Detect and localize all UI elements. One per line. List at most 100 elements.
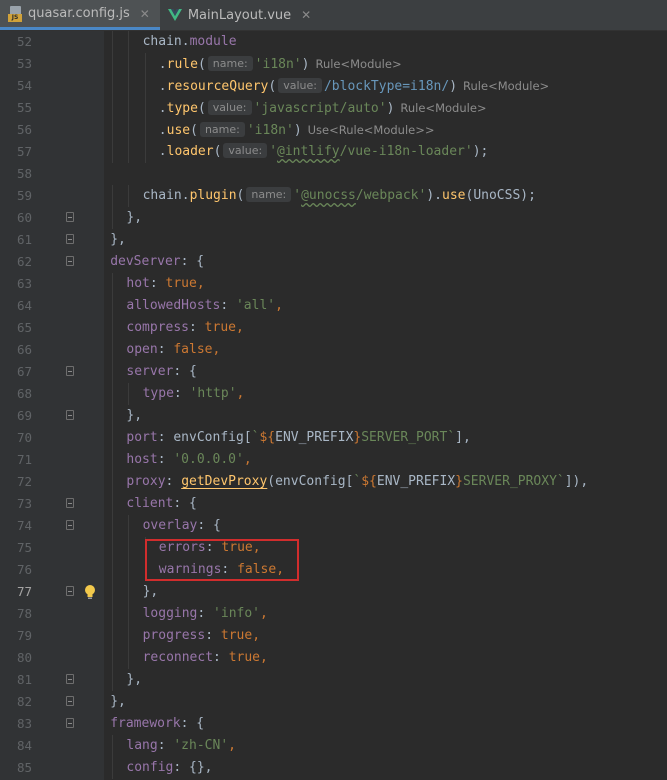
fold-marker-icon[interactable] [66,498,74,508]
code-text[interactable]: host: '0.0.0.0', [126,449,251,471]
code-line[interactable]: 64 allowedHosts: 'all', [0,295,667,317]
fold-marker-icon[interactable] [66,212,74,222]
fold-marker-icon[interactable] [66,366,74,376]
code-token: }, [110,694,126,709]
code-text[interactable]: proxy: getDevProxy(envConfig[`${ENV_PREF… [126,471,588,493]
tab-main-layout[interactable]: MainLayout.vue ✕ [160,0,321,30]
code-line[interactable]: 68 type: 'http', [0,383,667,405]
fold-marker-icon[interactable] [66,718,74,728]
code-line[interactable]: 57 .loader(value: '@intlify/vue-i18n-loade… [0,141,667,163]
code-text[interactable]: server: { [126,361,196,383]
code-token: SERVER_PORT` [361,430,456,445]
code-line[interactable]: 60}, [0,207,667,229]
code-text[interactable]: compress: true, [126,317,243,339]
lightbulb-icon[interactable] [84,584,96,600]
code-line[interactable]: 82}, [0,691,667,713]
code-line[interactable]: 55 .type(value:'javascript/auto') Rule<Mod… [0,97,667,119]
fold-marker-icon[interactable] [66,586,74,596]
code-text[interactable]: config: {}, [126,757,212,779]
code-line[interactable]: 73 client: { [0,493,667,515]
code-line[interactable]: 63 hot: true, [0,273,667,295]
vue-file-icon [167,9,182,21]
line-number: 61 [16,232,32,247]
code-text[interactable]: chain.module [143,31,237,53]
code-line[interactable]: 81}, [0,669,667,691]
code-line[interactable]: 52 chain.module [0,31,667,53]
code-text[interactable]: open: false, [126,339,220,361]
fold-marker-icon[interactable] [66,674,74,684]
code-token: , [243,452,252,467]
code-text[interactable]: overlay: { [143,515,221,537]
code-text[interactable]: .rule(name:'i18n') Rule<Module> [159,53,402,76]
code-line[interactable]: 75 errors: true, [0,537,667,559]
code-text[interactable]: type: 'http', [143,383,245,405]
code-line[interactable]: 65 compress: true, [0,317,667,339]
code-text[interactable]: .loader(value: '@intlify/vue-i18n-loader'… [159,141,488,163]
code-token: resourceQuery [166,79,269,94]
code-editor[interactable]: 52 chain.module 53 .rule(name:'i18n') Rule<M… [0,31,667,779]
code-text[interactable]: lang: 'zh-CN', [126,735,236,757]
code-line[interactable]: 72 proxy: getDevProxy(envConfig[`${ENV_PR… [0,471,667,493]
code-line[interactable]: 62 devServer: { [0,251,667,273]
indent-guide [128,119,130,141]
fold-marker-icon[interactable] [66,256,74,266]
fold-marker-icon[interactable] [66,520,74,530]
code-line[interactable]: 84 lang: 'zh-CN', [0,735,667,757]
code-line[interactable]: 78 logging: 'info', [0,603,667,625]
code-text[interactable]: .resourceQuery(value:/blockType=i18n/) Ru… [159,75,549,98]
code-line[interactable]: 53 .rule(name:'i18n') Rule<Module> [0,53,667,75]
code-token: : [149,276,166,291]
code-line[interactable]: 74 overlay: { [0,515,667,537]
code-line[interactable]: 69}, [0,405,667,427]
code-token: ' [293,188,302,203]
line-number: 73 [16,496,32,511]
fold-marker-icon[interactable] [66,234,74,244]
code-line[interactable]: 79 progress: true, [0,625,667,647]
close-icon[interactable]: ✕ [140,7,150,21]
code-line[interactable]: 83 framework: { [0,713,667,735]
code-text[interactable]: }, [110,691,126,713]
code-text[interactable]: logging: 'info', [143,603,268,625]
code-text[interactable]: hot: true, [126,273,204,295]
code-text[interactable]: .use(name:'i18n') Use<Rule<Module>> [159,119,435,142]
code-text[interactable]: warnings: false, [159,559,284,581]
code-text[interactable]: }, [126,669,142,691]
code-line[interactable]: 80 reconnect: true, [0,647,667,669]
code-text[interactable]: }, [143,581,159,603]
code-token: @intlify [277,144,340,159]
code-text[interactable]: .type(value:'javascript/auto') Rule<Modul… [159,97,487,120]
indent-guide [144,75,146,97]
type-hint: Rule<Module> [315,57,402,71]
code-line[interactable]: 54 .resourceQuery(value:/blockType=i18n/)… [0,75,667,97]
code-line[interactable]: 76 warnings: false, [0,559,667,581]
code-line[interactable]: 77}, [0,581,667,603]
code-line[interactable]: 58 [0,163,667,185]
code-text[interactable]: port: envConfig[`${ENV_PREFIX}SERVER_POR… [126,427,470,449]
code-line[interactable]: 67 server: { [0,361,667,383]
fold-marker-icon[interactable] [66,696,74,706]
code-text[interactable]: client: { [126,493,196,515]
fold-marker-icon[interactable] [66,410,74,420]
line-number: 65 [16,320,32,335]
code-line[interactable]: 71 host: '0.0.0.0', [0,449,667,471]
tab-quasar-config[interactable]: JS quasar.config.js ✕ [0,0,160,30]
code-line[interactable]: 70 port: envConfig[`${ENV_PREFIX}SERVER_P… [0,427,667,449]
code-text[interactable]: framework: { [110,713,204,735]
code-line[interactable]: 59 chain.plugin(name: '@unocss/webpack').u… [0,185,667,207]
code-line[interactable]: 85 config: {}, [0,757,667,779]
code-token: ENV_PREFIX [275,430,354,445]
code-text[interactable]: chain.plugin(name: '@unocss/webpack').use… [143,185,536,207]
code-token: envConfig [275,474,346,489]
code-line[interactable]: 61}, [0,229,667,251]
code-text[interactable]: allowedHosts: 'all', [126,295,283,317]
code-text[interactable]: }, [110,229,126,251]
code-text[interactable]: }, [126,207,142,229]
code-text[interactable]: }, [126,405,142,427]
code-line[interactable]: 56 .use(name:'i18n') Use<Rule<Module>> [0,119,667,141]
code-line[interactable]: 66 open: false, [0,339,667,361]
code-text[interactable]: devServer: { [110,251,204,273]
close-icon[interactable]: ✕ [301,8,311,22]
code-text[interactable]: errors: true, [159,537,261,559]
code-text[interactable]: progress: true, [143,625,260,647]
code-text[interactable]: reconnect: true, [143,647,268,669]
